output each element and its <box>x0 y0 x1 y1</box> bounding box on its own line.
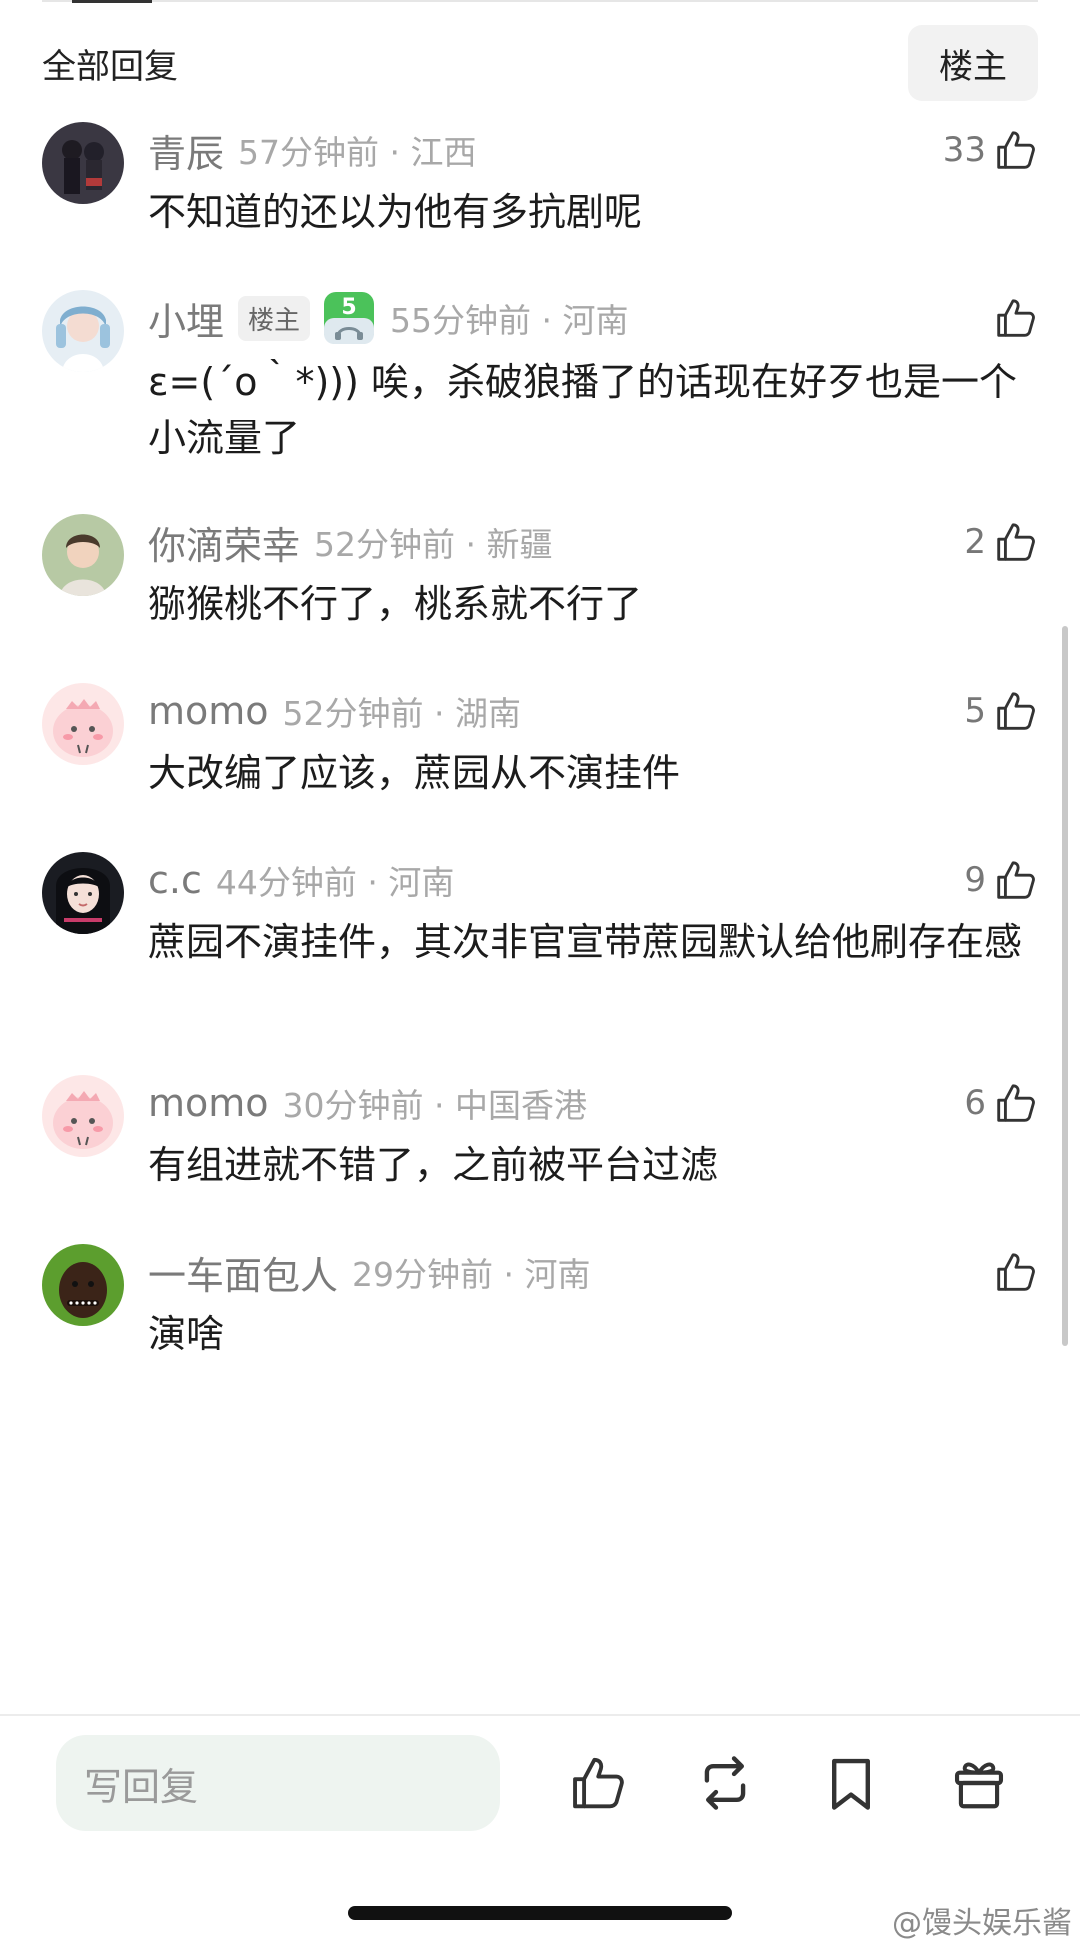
avatar[interactable] <box>42 1075 124 1157</box>
like-count: 9 <box>964 860 986 900</box>
thumbs-up-icon <box>997 523 1035 561</box>
username[interactable]: momo <box>148 1081 269 1125</box>
level-badge: 5 <box>322 290 376 346</box>
comment-text: 演啥 <box>148 1312 225 1356</box>
replies-header: 全部回复 楼主 <box>42 24 1038 102</box>
comment-text: 有组进就不错了，之前被平台过滤 <box>148 1143 719 1187</box>
timestamp-location: 55分钟前 · 河南 <box>390 301 629 340</box>
home-indicator <box>348 1906 732 1920</box>
comment-item: c.c 44分钟前 · 河南 9 蔗园不演挂件，其次非官宣带蔗园默认给他刷存在感 <box>42 852 1038 1032</box>
top-divider <box>42 0 1038 2</box>
avatar[interactable] <box>42 290 124 372</box>
avatar[interactable] <box>42 852 124 934</box>
username[interactable]: 小埋 <box>148 291 224 346</box>
comment-item: 一车面包人 29分钟前 · 河南 演啥 <box>42 1244 1038 1364</box>
timestamp-location: 57分钟前 · 江西 <box>238 133 477 172</box>
like-button[interactable]: 2 <box>964 514 1038 570</box>
comment-meta: momo 52分钟前 · 湖南 <box>148 685 521 737</box>
op-badge: 楼主 <box>238 295 311 341</box>
comment-text: 不知道的还以为他有多抗剧呢 <box>148 190 643 234</box>
bottom-divider <box>0 1714 1080 1716</box>
thumbs-up-icon <box>997 861 1035 899</box>
thumbs-up-icon <box>997 1084 1035 1122</box>
thumbs-up-icon <box>997 131 1035 169</box>
avatar[interactable] <box>42 683 124 765</box>
like-button[interactable] <box>986 290 1038 346</box>
comment-meta: 青辰 57分钟前 · 江西 <box>148 124 476 176</box>
like-button[interactable]: 6 <box>964 1075 1038 1131</box>
like-button[interactable] <box>986 1244 1038 1300</box>
comment-item: momo 30分钟前 · 中国香港 6 有组进就不错了，之前被平台过滤 <box>42 1075 1038 1195</box>
comment-meta: 一车面包人 29分钟前 · 河南 <box>148 1246 590 1298</box>
thumbs-up-icon <box>997 1253 1035 1291</box>
top-tab-indicator <box>72 0 152 3</box>
comment-item: 你滴荣幸 52分钟前 · 新疆 2 猕猴桃不行了，桃系就不行了 <box>42 514 1038 634</box>
bookmark-icon <box>832 1758 870 1810</box>
scrollbar[interactable] <box>1062 626 1068 1346</box>
comment-meta: momo 30分钟前 · 中国香港 <box>148 1077 587 1129</box>
thumbs-up-icon <box>997 299 1035 337</box>
like-count: 33 <box>942 130 986 170</box>
gift-button[interactable] <box>948 1752 1010 1814</box>
timestamp-location: 44分钟前 · 河南 <box>215 863 455 902</box>
thumbs-up-icon <box>573 1757 624 1809</box>
comment-item: 小埋 楼主 5 55分钟前 · 河南 ε=(´ο｀*))) 唉，杀破狼播了的话现… <box>42 290 1038 470</box>
watermark: @馒头娱乐酱 <box>892 1906 1072 1941</box>
username[interactable]: 你滴荣幸 <box>148 515 300 570</box>
comment-text: 大改编了应该，蔗园从不演挂件 <box>148 751 681 795</box>
comment-meta: 你滴荣幸 52分钟前 · 新疆 <box>148 516 552 568</box>
comment-meta: c.c 44分钟前 · 河南 <box>148 854 454 906</box>
comment-page: 全部回复 楼主 青辰 57分钟前 · 江西 33 不知道的还以为他有多抗剧呢 小… <box>0 0 1080 1945</box>
like-button[interactable]: 5 <box>964 683 1038 739</box>
repost-icon <box>704 1756 746 1810</box>
like-count: 2 <box>964 522 986 562</box>
timestamp-location: 29分钟前 · 河南 <box>352 1255 591 1294</box>
comment-item: momo 52分钟前 · 湖南 5 大改编了应该，蔗园从不演挂件 <box>42 683 1038 803</box>
thumbs-up-icon <box>997 692 1035 730</box>
timestamp-location: 52分钟前 · 湖南 <box>282 694 521 733</box>
like-button[interactable]: 33 <box>943 122 1038 178</box>
level-number: 5 <box>341 295 356 320</box>
bookmark-button[interactable] <box>820 1752 882 1814</box>
like-count: 6 <box>964 1083 986 1123</box>
timestamp-location: 52分钟前 · 新疆 <box>314 525 553 564</box>
comment-meta: 小埋 楼主 5 55分钟前 · 河南 <box>148 292 629 344</box>
like-post-button[interactable] <box>566 1752 628 1814</box>
repost-button[interactable] <box>694 1752 756 1814</box>
timestamp-location: 30分钟前 · 中国香港 <box>282 1086 587 1125</box>
like-count: 5 <box>964 691 986 731</box>
avatar[interactable] <box>42 1244 124 1326</box>
op-filter-button[interactable]: 楼主 <box>908 25 1038 101</box>
comment-text: 猕猴桃不行了，桃系就不行了 <box>148 582 643 626</box>
like-button[interactable]: 9 <box>964 852 1038 908</box>
gift-icon <box>954 1762 1004 1809</box>
comment-text: 蔗园不演挂件，其次非官宣带蔗园默认给他刷存在感 <box>148 920 1023 964</box>
username[interactable]: 青辰 <box>148 123 224 178</box>
avatar[interactable] <box>42 122 124 204</box>
comment-item: 青辰 57分钟前 · 江西 33 不知道的还以为他有多抗剧呢 <box>42 122 1038 242</box>
username[interactable]: momo <box>148 689 269 733</box>
avatar[interactable] <box>42 514 124 596</box>
username[interactable]: c.c <box>148 858 202 902</box>
comment-text: ε=(´ο｀*))) 唉，杀破狼播了的话现在好歹也是一个小流量了 <box>148 360 1018 460</box>
all-replies-title: 全部回复 <box>42 46 178 87</box>
username[interactable]: 一车面包人 <box>148 1245 338 1300</box>
reply-input[interactable]: 写回复 <box>56 1735 500 1831</box>
